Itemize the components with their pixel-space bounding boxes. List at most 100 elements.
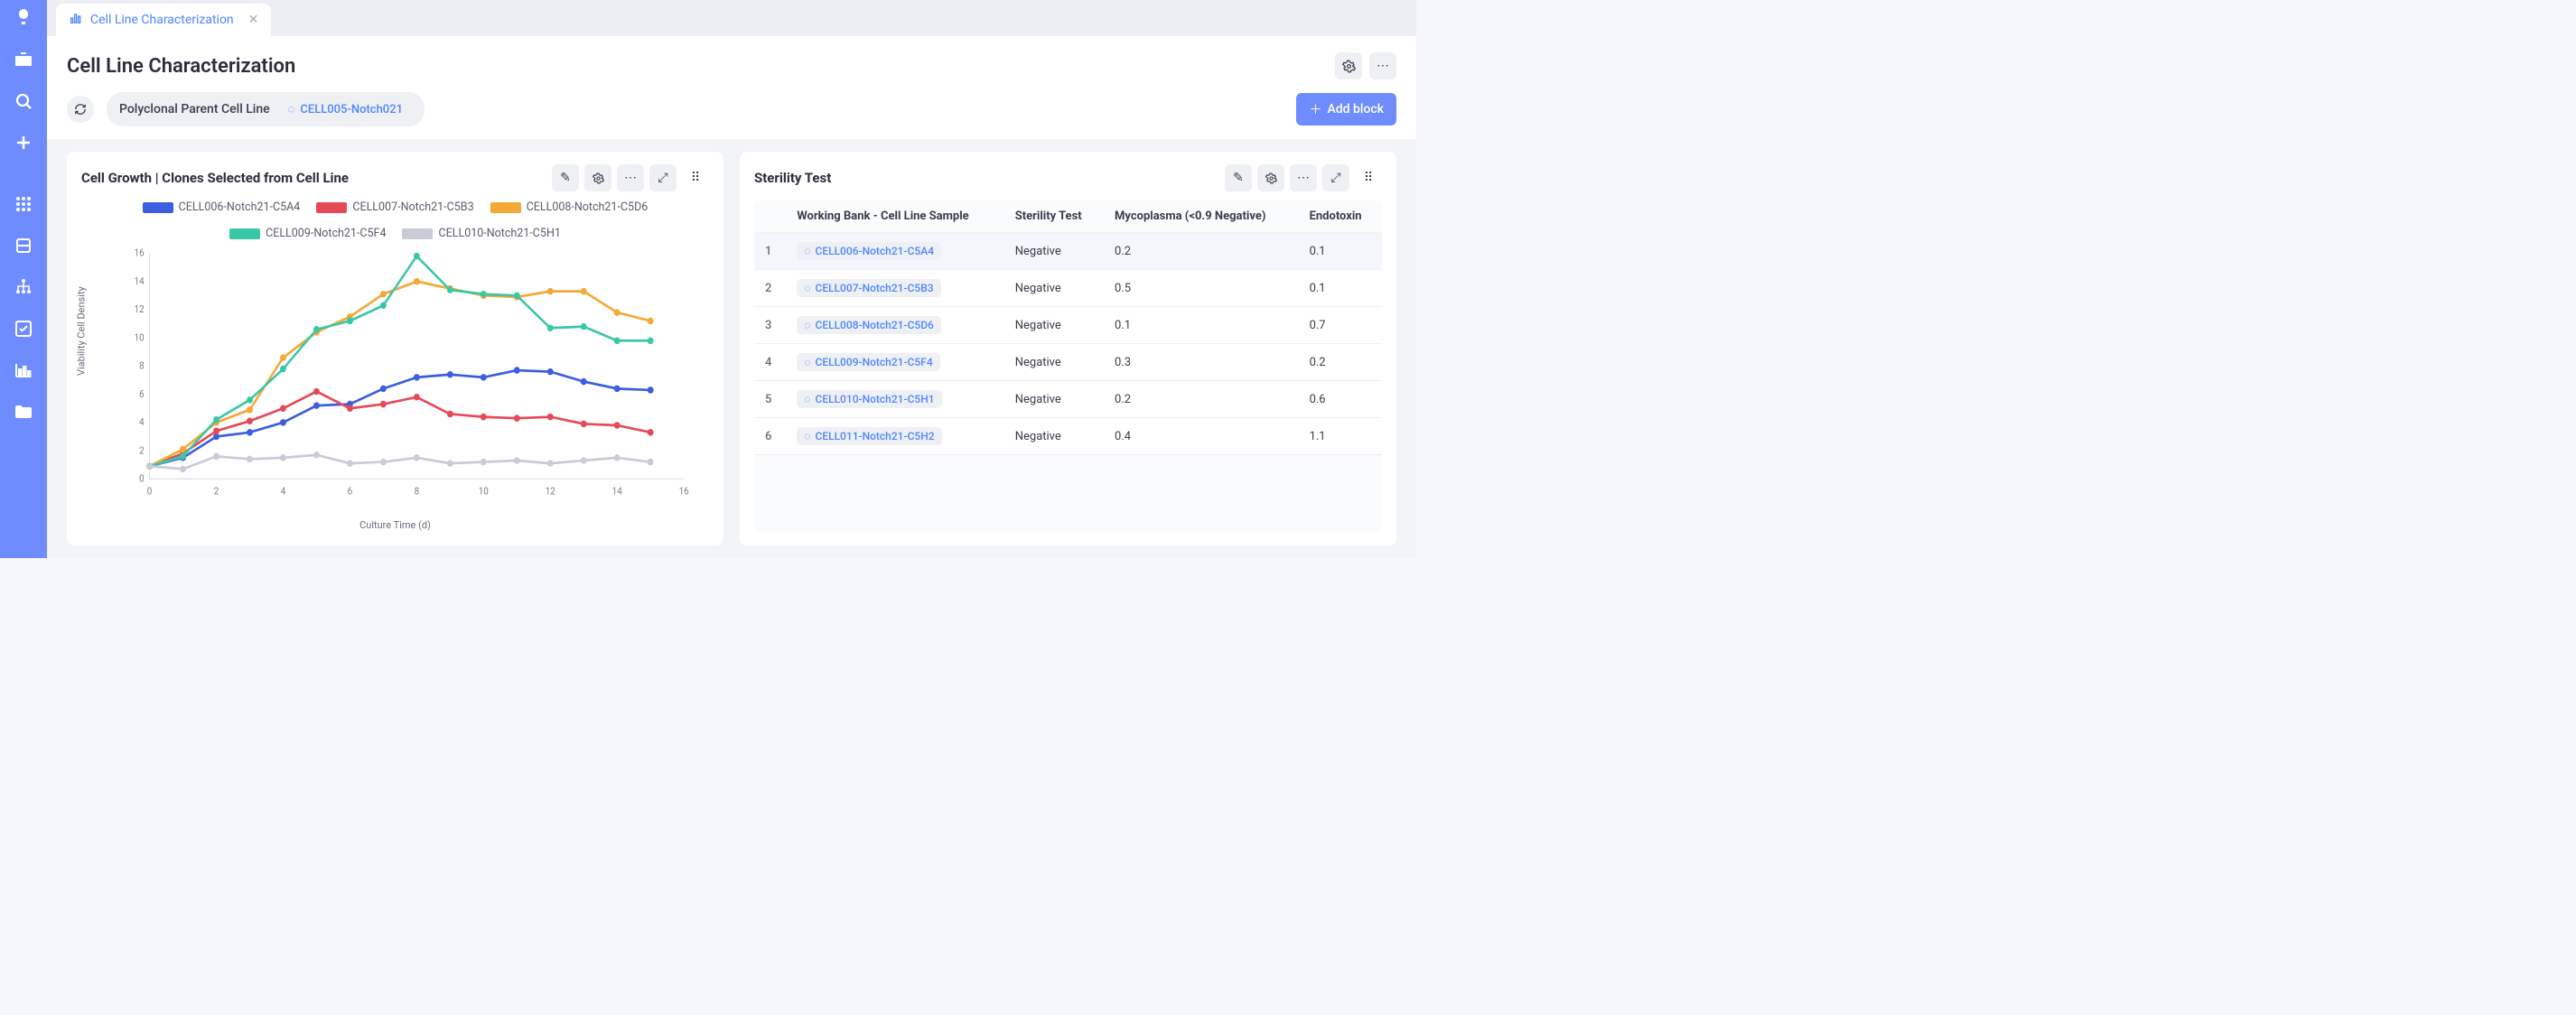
y-axis-label: Viability Cell Density [76, 286, 88, 376]
table-row[interactable]: 1 ◌CELL006-Notch21-C5A4 Negative 0.2 0.1 [754, 233, 1382, 270]
cell-mycoplasma: 0.1 [1104, 307, 1299, 344]
cell-chip[interactable]: ◌CELL011-Notch21-C5H2 [797, 427, 941, 445]
tab-bar: Cell Line Characterization ✕ [47, 0, 1416, 36]
legend-item[interactable]: CELL008-Notch21-C5D6 [490, 200, 649, 214]
legend-swatch [143, 202, 173, 213]
chart-wrap: CELL006-Notch21-C5A4 CELL007-Notch21-C5B3… [81, 200, 709, 533]
expand-button[interactable]: ⤢ [1322, 164, 1349, 191]
cell-sterility: Negative [1004, 344, 1104, 381]
svg-text:2: 2 [214, 485, 219, 498]
sterility-table-wrap[interactable]: Working Bank - Cell Line Sample Sterilit… [754, 200, 1382, 533]
bar-chart-icon [69, 11, 83, 29]
checklist-icon[interactable] [13, 318, 34, 340]
breadcrumb-row: Polyclonal Parent Cell Line ◌ CELL005-No… [67, 92, 1396, 126]
polyclonal-label: Polyclonal Parent Cell Line [119, 102, 270, 116]
cell-sample: ◌ CELL009-Notch21-C5F4 [786, 344, 1003, 381]
cell-mycoplasma: 0.3 [1104, 344, 1299, 381]
legend-item[interactable]: CELL006-Notch21-C5A4 [143, 200, 301, 214]
svg-text:16: 16 [135, 247, 145, 259]
breadcrumb-left: Polyclonal Parent Cell Line ◌ CELL005-No… [67, 92, 425, 126]
search-icon[interactable] [13, 90, 34, 112]
tab-label: Cell Line Characterization [90, 13, 234, 27]
cell-chip[interactable]: ◌CELL008-Notch21-C5D6 [797, 316, 941, 334]
cell-label: CELL008-Notch21-C5D6 [815, 319, 933, 331]
clock-icon: ◌ [804, 356, 810, 368]
briefcase-icon[interactable] [13, 49, 34, 70]
drag-handle-icon[interactable]: ⠿ [682, 164, 709, 191]
cell-endotoxin: 0.1 [1299, 270, 1382, 307]
cell-chip[interactable]: ◌ CELL009-Notch21-C5F4 [797, 353, 939, 371]
drag-handle-icon[interactable]: ⠿ [1355, 164, 1382, 191]
edit-button[interactable]: ✎ [1225, 164, 1252, 191]
panel-more-button[interactable]: ⋯ [617, 164, 644, 191]
panel-more-button[interactable]: ⋯ [1290, 164, 1317, 191]
svg-text:6: 6 [139, 387, 145, 400]
add-block-button[interactable]: ＋ Add block [1296, 93, 1396, 126]
cell-sterility: Negative [1004, 307, 1104, 344]
chart-icon[interactable] [13, 359, 34, 381]
hierarchy-icon[interactable] [13, 276, 34, 298]
legend-item[interactable]: CELL009-Notch21-C5F4 [229, 227, 386, 240]
cell-chip[interactable]: ◌CELL007-Notch21-C5B3 [797, 279, 940, 297]
svg-text:12: 12 [546, 485, 555, 498]
table-row[interactable]: 3 ◌CELL008-Notch21-C5D6 Negative 0.1 0.7 [754, 307, 1382, 344]
row-index: 1 [754, 233, 786, 270]
settings-button[interactable] [1335, 52, 1362, 79]
more-button[interactable]: ⋯ [1369, 52, 1396, 79]
cell-mycoplasma: 0.4 [1104, 418, 1299, 455]
apps-grid-icon[interactable] [13, 193, 34, 215]
cell-sample: ◌CELL006-Notch21-C5A4 [786, 233, 1003, 270]
panel-settings-button[interactable] [584, 164, 611, 191]
table-row[interactable]: 6 ◌CELL011-Notch21-C5H2 Negative 0.4 1.1 [754, 418, 1382, 455]
expand-button[interactable]: ⤢ [649, 164, 677, 191]
clock-icon: ◌ [288, 102, 295, 116]
svg-text:14: 14 [612, 485, 622, 498]
cell-label: CELL010-Notch21-C5H1 [815, 393, 934, 405]
row-index: 4 [754, 344, 786, 381]
close-icon[interactable]: ✕ [248, 13, 259, 27]
edit-button[interactable]: ✎ [552, 164, 579, 191]
nav-logo-icon[interactable] [13, 7, 34, 29]
panel-settings-button[interactable] [1257, 164, 1284, 191]
svg-text:6: 6 [348, 485, 353, 498]
legend-item[interactable]: CELL010-Notch21-C5H1 [402, 227, 560, 240]
refresh-button[interactable] [67, 96, 94, 123]
th-sample: Working Bank - Cell Line Sample [786, 200, 1003, 233]
cell-endotoxin: 1.1 [1299, 418, 1382, 455]
cell-ref-chip[interactable]: ◌ CELL005-Notch021 [279, 98, 412, 120]
table-row[interactable]: 4 ◌ CELL009-Notch21-C5F4 Negative 0.3 0.2 [754, 344, 1382, 381]
svg-text:8: 8 [139, 359, 145, 372]
row-index: 6 [754, 418, 786, 455]
page-title: Cell Line Characterization [67, 55, 295, 78]
plus-icon[interactable] [13, 132, 34, 154]
polyclonal-chip[interactable]: Polyclonal Parent Cell Line ◌ CELL005-No… [107, 92, 425, 126]
cell-chip[interactable]: ◌CELL006-Notch21-C5A4 [797, 242, 941, 260]
legend-label: CELL007-Notch21-C5B3 [352, 200, 473, 214]
database-icon[interactable] [13, 235, 34, 256]
cell-ref-label: CELL005-Notch021 [300, 103, 403, 116]
table-row[interactable]: 5 ◌CELL010-Notch21-C5H1 Negative 0.2 0.6 [754, 381, 1382, 418]
content-row: Cell Growth | Clones Selected from Cell … [47, 139, 1416, 558]
tab-cell-line-characterization[interactable]: Cell Line Characterization ✕ [56, 4, 271, 36]
page: Cell Line Characterization ⋯ Polyclonal … [47, 36, 1416, 558]
plus-icon: ＋ [1309, 100, 1321, 118]
sterility-panel: Sterility Test ✎ ⋯ ⤢ ⠿ [740, 152, 1396, 545]
cell-chip[interactable]: ◌ CELL010-Notch21-C5H1 [797, 390, 941, 408]
svg-text:12: 12 [135, 303, 145, 316]
folder-icon[interactable] [13, 401, 34, 423]
growth-panel: Cell Growth | Clones Selected from Cell … [67, 152, 723, 545]
chart-legend: CELL006-Notch21-C5A4 CELL007-Notch21-C5B3… [81, 200, 709, 240]
sterility-panel-title: Sterility Test [754, 170, 831, 186]
row-index: 2 [754, 270, 786, 307]
x-axis-label: Culture Time (d) [81, 519, 709, 531]
cell-label: CELL011-Notch21-C5H2 [815, 430, 934, 442]
main-area: Cell Line Characterization ✕ Cell Line C… [47, 0, 1416, 558]
clock-icon: ◌ [804, 393, 810, 405]
cell-sterility: Negative [1004, 381, 1104, 418]
cell-endotoxin: 0.1 [1299, 233, 1382, 270]
table-row[interactable]: 2 ◌CELL007-Notch21-C5B3 Negative 0.5 0.1 [754, 270, 1382, 307]
cell-label: CELL009-Notch21-C5F4 [815, 356, 932, 368]
svg-text:14: 14 [135, 275, 145, 287]
cell-endotoxin: 0.2 [1299, 344, 1382, 381]
legend-item[interactable]: CELL007-Notch21-C5B3 [316, 200, 473, 214]
